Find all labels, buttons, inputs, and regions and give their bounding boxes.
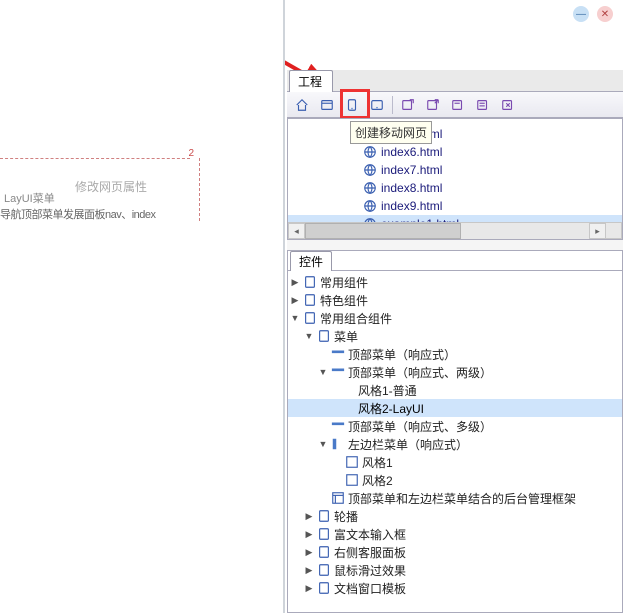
tab-project[interactable]: 工程	[289, 70, 333, 92]
tree-item-richtext[interactable]: ▶富文本输入框	[288, 525, 622, 543]
file-item[interactable]: index6.html	[288, 143, 622, 161]
tree-item-common-components[interactable]: ▶常用组件	[288, 273, 622, 291]
tree-item-special-components[interactable]: ▶特色组件	[288, 291, 622, 309]
layout-icon	[330, 491, 346, 505]
right-pane: 工程 创建移动网页 index5.html index6.html index7…	[287, 70, 623, 613]
tree-item-right-service-panel[interactable]: ▶右侧客服面板	[288, 543, 622, 561]
file-list-area: 创建移动网页 index5.html index6.html index7.ht…	[287, 118, 623, 240]
file-item[interactable]: index5.html	[288, 125, 622, 143]
expand-icon[interactable]: ▶	[302, 529, 316, 540]
component-icon	[316, 509, 332, 523]
html-file-icon	[363, 199, 377, 213]
html-file-icon	[363, 163, 377, 177]
tree-item-doc-window-template[interactable]: ▶文档窗口模板	[288, 579, 622, 597]
collapse-icon[interactable]: ▼	[288, 313, 302, 323]
component-icon	[316, 545, 332, 559]
file-item[interactable]: index9.html	[288, 197, 622, 215]
menu-bar-icon	[330, 347, 346, 361]
html-file-icon	[363, 145, 377, 159]
project-tab-bar: 工程	[287, 70, 623, 92]
horizontal-scrollbar[interactable]: ◂▸	[288, 222, 606, 239]
tree-item-top-menu-responsive[interactable]: 顶部菜单（响应式）	[288, 345, 622, 363]
component-icon	[302, 311, 318, 325]
page-action-3-icon[interactable]	[446, 95, 470, 115]
menu-bar-icon	[330, 365, 346, 379]
anno-layui-label: LayUI菜单	[4, 190, 55, 206]
html-file-icon	[363, 181, 377, 195]
tree-item-carousel[interactable]: ▶轮播	[288, 507, 622, 525]
tree-item-top-menu-multilevel[interactable]: 顶部菜单（响应式、多级）	[288, 417, 622, 435]
file-list: index5.html index6.html index7.html inde…	[288, 119, 622, 233]
file-item[interactable]: index7.html	[288, 161, 622, 179]
tree-item-sidebar-style1[interactable]: 风格1	[288, 453, 622, 471]
tree-item-menu[interactable]: ▼菜单	[288, 327, 622, 345]
component-icon	[316, 527, 332, 541]
file-item[interactable]: index8.html	[288, 179, 622, 197]
tooltip-create-mobile: 创建移动网页	[350, 121, 432, 144]
controls-tab-bar: 控件	[288, 251, 622, 271]
minimize-button[interactable]: —	[573, 6, 589, 22]
window-controls: — ✕	[573, 6, 613, 22]
new-page-icon[interactable]	[315, 95, 339, 115]
annotation-box: 2 LayUI菜单 修改网页属性 导航顶部菜单发展面板nav、index	[0, 156, 200, 221]
tree-item-left-sidebar-menu[interactable]: ▼左边栏菜单（响应式）	[288, 435, 622, 453]
tab-controls[interactable]: 控件	[290, 251, 332, 271]
expand-icon[interactable]: ▶	[302, 565, 316, 576]
anno-bottom-text: 导航顶部菜单发展面板nav、index	[0, 206, 156, 222]
component-icon	[316, 329, 332, 343]
left-pane: 2 LayUI菜单 修改网页属性 导航顶部菜单发展面板nav、index	[0, 0, 285, 613]
anno-modify-label[interactable]: 修改网页属性	[75, 178, 147, 195]
create-mobile-page-icon[interactable]	[340, 95, 364, 115]
expand-icon[interactable]: ▶	[302, 583, 316, 594]
expand-icon[interactable]: ▶	[288, 295, 302, 306]
menu-bar-icon	[330, 419, 346, 433]
style-box-icon	[344, 455, 360, 469]
tree-item-style2-layui[interactable]: 风格2-LayUI	[288, 399, 622, 417]
component-icon	[302, 275, 318, 289]
controls-panel: 控件 ▶常用组件 ▶特色组件 ▼常用组合组件 ▼菜单 顶部菜单（响应式） ▼顶部…	[287, 250, 623, 613]
tree-item-admin-framework[interactable]: 顶部菜单和左边栏菜单结合的后台管理框架	[288, 489, 622, 507]
collapse-icon[interactable]: ▼	[302, 331, 316, 341]
sidebar-icon	[330, 437, 346, 451]
page-action-4-icon[interactable]	[471, 95, 495, 115]
expand-icon[interactable]: ▶	[302, 511, 316, 522]
page-action-5-icon[interactable]	[496, 95, 520, 115]
expand-icon[interactable]: ▶	[288, 277, 302, 288]
tree-item-top-menu-2level[interactable]: ▼顶部菜单（响应式、两级）	[288, 363, 622, 381]
close-button[interactable]: ✕	[597, 6, 613, 22]
scrollbar-corner	[606, 222, 622, 239]
component-icon	[316, 563, 332, 577]
page-action-2-icon[interactable]	[421, 95, 445, 115]
tree-item-hover-effect[interactable]: ▶鼠标滑过效果	[288, 561, 622, 579]
style-box-icon	[344, 473, 360, 487]
page-action-1-icon[interactable]	[396, 95, 420, 115]
tablet-page-icon[interactable]	[365, 95, 389, 115]
home-icon[interactable]	[290, 95, 314, 115]
tree-item-style1-normal[interactable]: 风格1-普通	[288, 381, 622, 399]
component-icon	[302, 293, 318, 307]
project-toolbar	[287, 92, 623, 118]
tree-item-sidebar-style2[interactable]: 风格2	[288, 471, 622, 489]
component-icon	[316, 581, 332, 595]
collapse-icon[interactable]: ▼	[316, 439, 330, 449]
tree-item-combo-components[interactable]: ▼常用组合组件	[288, 309, 622, 327]
collapse-icon[interactable]: ▼	[316, 367, 330, 377]
expand-icon[interactable]: ▶	[302, 547, 316, 558]
controls-tree: ▶常用组件 ▶特色组件 ▼常用组合组件 ▼菜单 顶部菜单（响应式） ▼顶部菜单（…	[288, 271, 622, 612]
